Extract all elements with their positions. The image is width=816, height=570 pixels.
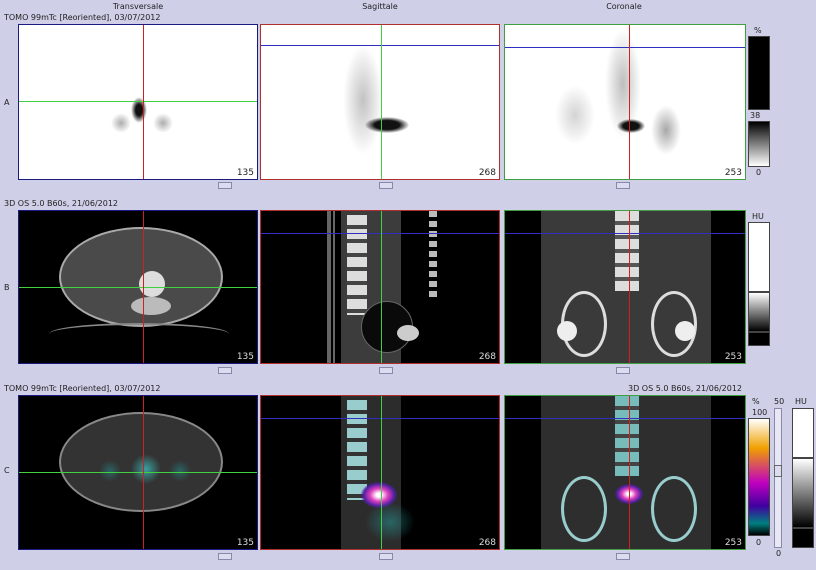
scale-a-bar-top xyxy=(748,36,770,110)
crosshair-horizontal[interactable] xyxy=(505,233,745,234)
scale-c-pet-colorbar[interactable] xyxy=(748,418,770,536)
crosshair-vertical[interactable] xyxy=(629,25,630,179)
row-c-tag: C xyxy=(4,466,10,475)
scale-c-ct-bar-bottom xyxy=(792,528,814,548)
row-c-transversale-view[interactable]: 135 xyxy=(18,395,258,550)
row-a-coronale-view[interactable]: 253 xyxy=(504,24,746,180)
row-a-series-title: TOMO 99mTc [Reoriented], 03/07/2012 xyxy=(4,13,161,22)
crosshair-vertical[interactable] xyxy=(143,25,144,179)
scale-c-ct-bar-gradient[interactable] xyxy=(792,458,814,528)
scale-b-bar-top xyxy=(748,222,770,292)
fusion-blend-slider-track[interactable] xyxy=(774,408,782,548)
scale-c-window-value: 50 xyxy=(774,397,785,406)
header-sagittale: Sagittale xyxy=(362,2,398,11)
header-coronale: Coronale xyxy=(606,2,642,11)
crosshair-vertical[interactable] xyxy=(629,211,630,363)
scale-b-unit: HU xyxy=(752,212,764,221)
scale-c-max-pct: 100 xyxy=(752,408,768,417)
row-b-transversale-view[interactable]: 135 xyxy=(18,210,258,364)
row-a-transversale-view[interactable]: 135 xyxy=(18,24,258,180)
sagittale-slice-slider[interactable] xyxy=(379,367,393,374)
transversale-slice-slider[interactable] xyxy=(218,182,232,189)
scale-c-ct-bar-top xyxy=(792,408,814,458)
coronale-slice-slider[interactable] xyxy=(616,367,630,374)
crosshair-horizontal[interactable] xyxy=(261,45,499,46)
coronale-slice-slider[interactable] xyxy=(616,553,630,560)
crosshair-vertical[interactable] xyxy=(629,396,630,549)
row-c-series-title-right: 3D OS 5.0 B60s, 21/06/2012 xyxy=(628,384,743,393)
row-b-coronale-view[interactable]: 253 xyxy=(504,210,746,364)
crosshair-horizontal[interactable] xyxy=(261,418,499,419)
crosshair-horizontal[interactable] xyxy=(505,47,745,48)
sagittale-slice-slider[interactable] xyxy=(379,182,393,189)
crosshair-vertical[interactable] xyxy=(381,211,382,363)
crosshair-horizontal[interactable] xyxy=(505,418,745,419)
row-c-sagittale-view[interactable]: 268 xyxy=(260,395,500,550)
crosshair-horizontal[interactable] xyxy=(19,287,257,288)
slice-number: 135 xyxy=(236,538,254,548)
transversale-slice-slider[interactable] xyxy=(218,367,232,374)
scale-a-bar-gradient[interactable] xyxy=(748,121,770,167)
scale-c-hu-unit: HU xyxy=(795,397,807,406)
scale-c-pct-unit: % xyxy=(752,397,760,406)
row-a-sagittale-view[interactable]: 268 xyxy=(260,24,500,180)
slice-number: 253 xyxy=(724,352,742,362)
crosshair-vertical[interactable] xyxy=(143,396,144,549)
transversale-slice-slider[interactable] xyxy=(218,553,232,560)
row-b-series-title: 3D OS 5.0 B60s, 21/06/2012 xyxy=(4,199,119,208)
crosshair-horizontal[interactable] xyxy=(261,233,499,234)
scale-a-unit: % xyxy=(754,26,762,35)
slice-number: 135 xyxy=(236,352,254,362)
slice-number: 268 xyxy=(478,538,496,548)
slice-number: 253 xyxy=(724,538,742,548)
crosshair-vertical[interactable] xyxy=(381,25,382,179)
slice-number: 268 xyxy=(478,352,496,362)
slice-number: 253 xyxy=(724,168,742,178)
sagittale-slice-slider[interactable] xyxy=(379,553,393,560)
row-a-tag: A xyxy=(4,98,10,107)
crosshair-horizontal[interactable] xyxy=(19,101,257,102)
crosshair-horizontal[interactable] xyxy=(19,472,257,473)
row-b-sagittale-view[interactable]: 268 xyxy=(260,210,500,364)
row-c-series-title-left: TOMO 99mTc [Reoriented], 03/07/2012 xyxy=(4,384,161,393)
fusion-blend-slider-thumb[interactable] xyxy=(774,465,782,477)
coronale-slice-slider[interactable] xyxy=(616,182,630,189)
crosshair-vertical[interactable] xyxy=(143,211,144,363)
scale-b-bar-gradient[interactable] xyxy=(748,292,770,332)
scale-c-min-pct: 0 xyxy=(756,538,762,547)
row-b-tag: B xyxy=(4,283,10,292)
scale-c-hu-min: 0 xyxy=(776,549,782,558)
scale-a-min-value: 0 xyxy=(756,168,762,177)
slice-number: 135 xyxy=(236,168,254,178)
scale-a-mid-value: 38 xyxy=(750,111,761,120)
row-c-coronale-view[interactable]: 253 xyxy=(504,395,746,550)
slice-number: 268 xyxy=(478,168,496,178)
scale-b-bar-bottom xyxy=(748,332,770,346)
header-transversale: Transversale xyxy=(112,2,164,11)
crosshair-vertical[interactable] xyxy=(381,396,382,549)
